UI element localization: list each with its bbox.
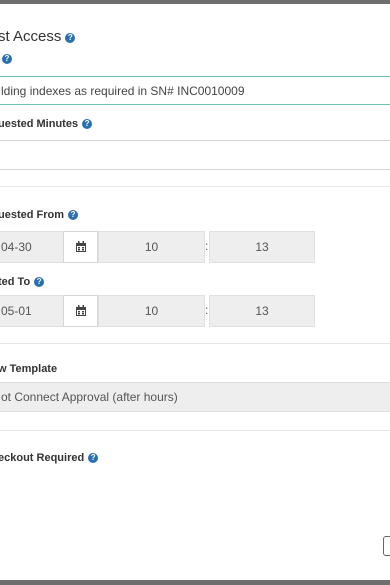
help-icon[interactable]: ? — [65, 33, 76, 43]
time-separator: : — [205, 239, 209, 253]
help-icon[interactable]: ? — [88, 453, 99, 463]
from-calendar-button[interactable] — [63, 231, 98, 263]
section-divider — [0, 343, 390, 344]
help-icon[interactable]: ? — [68, 210, 79, 220]
workflow-template-select[interactable]: ot Connect Approval (after hours) — [0, 382, 390, 412]
footer-button[interactable] — [383, 536, 390, 556]
to-minute-input[interactable]: 13 — [209, 295, 315, 327]
request-access-dialog: st Access? ? lding indexes as required i… — [0, 4, 390, 580]
section-divider — [0, 186, 390, 187]
time-separator: : — [205, 303, 209, 317]
requested-to-label: ted To? — [0, 276, 45, 288]
help-icon[interactable]: ? — [82, 119, 93, 129]
from-minute-input[interactable]: 13 — [209, 231, 315, 263]
calendar-icon — [75, 305, 86, 316]
to-hour-input[interactable]: 10 — [98, 295, 205, 327]
from-date-input[interactable]: 04-30 — [0, 231, 64, 263]
section-divider — [0, 430, 390, 431]
requested-minutes-label: uested Minutes? — [0, 118, 93, 130]
dialog-title: st Access? — [0, 28, 76, 45]
requested-from-label: uested From? — [0, 209, 79, 221]
reason-input[interactable]: lding indexes as required in SN# INC0010… — [0, 76, 390, 105]
reason-label: ? — [0, 53, 12, 65]
help-icon[interactable]: ? — [2, 54, 12, 64]
calendar-icon — [75, 241, 86, 252]
from-hour-input[interactable]: 10 — [98, 231, 205, 263]
workflow-template-label: w Template — [0, 363, 58, 375]
to-calendar-button[interactable] — [63, 295, 98, 327]
help-icon[interactable]: ? — [34, 277, 45, 287]
requested-minutes-input[interactable] — [0, 140, 390, 170]
to-date-input[interactable]: 05-01 — [0, 295, 64, 327]
checkout-required-label: eckout Required? — [0, 452, 99, 464]
